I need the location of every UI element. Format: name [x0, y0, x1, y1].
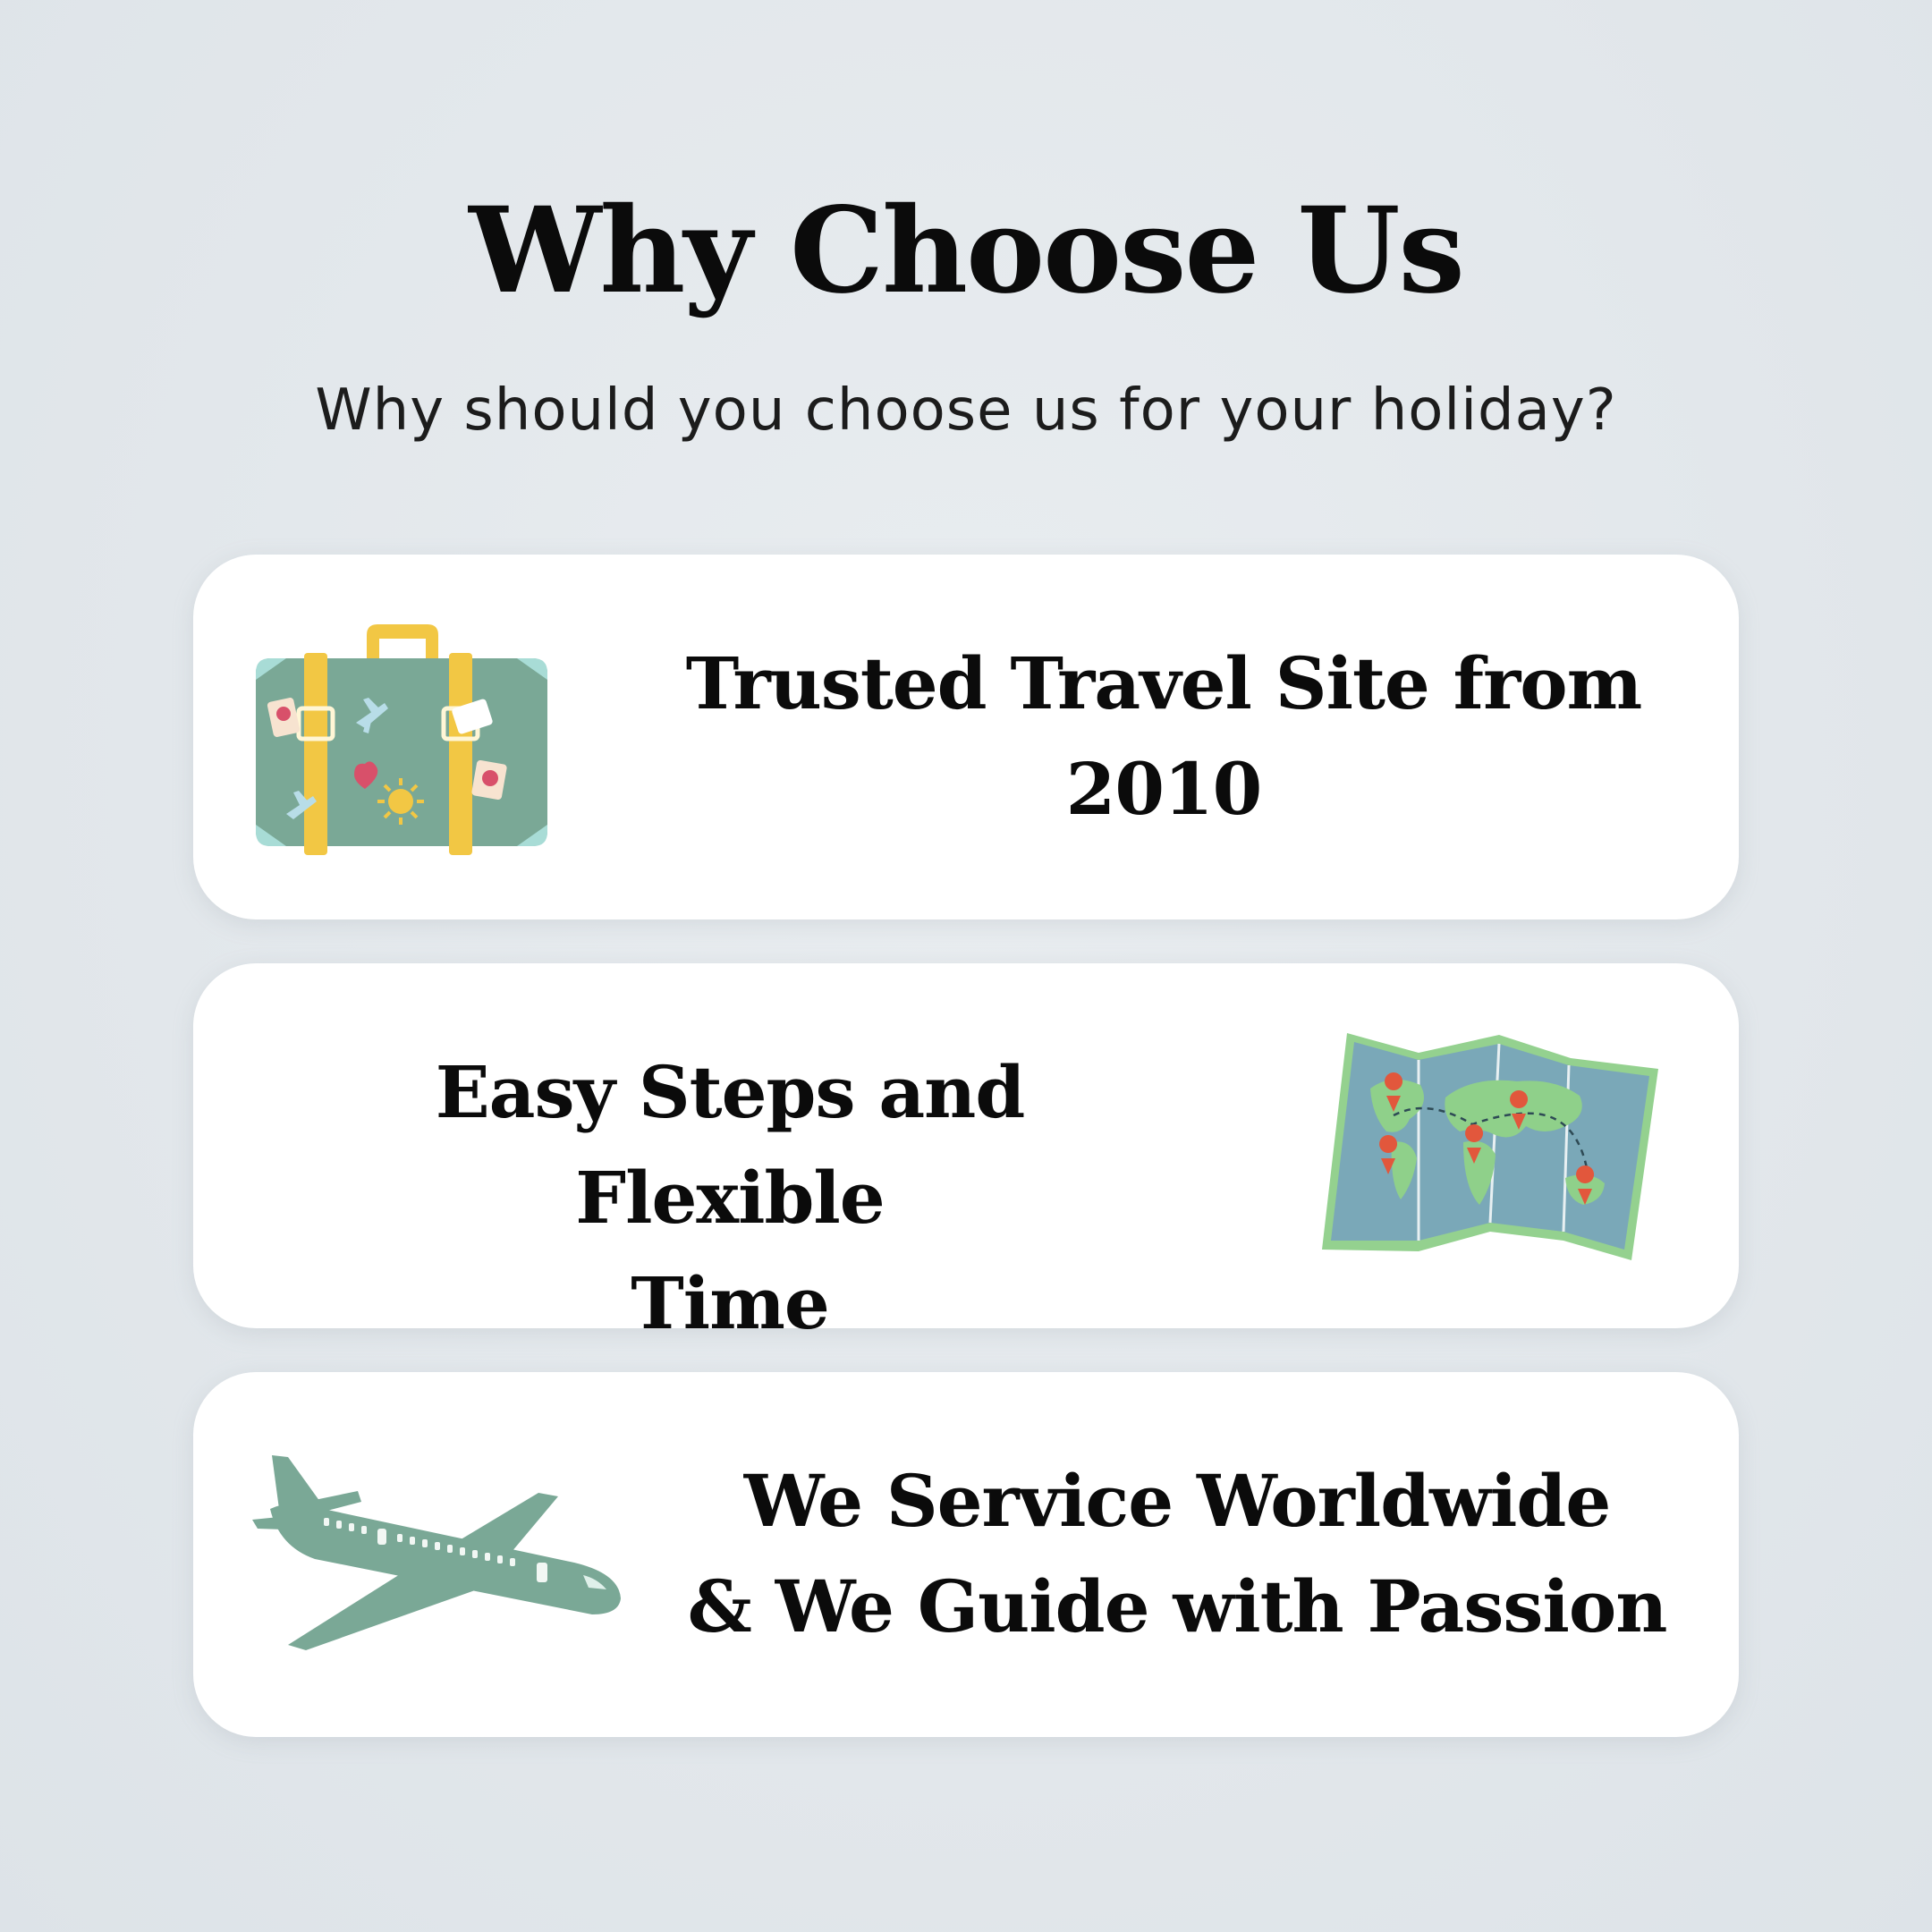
- suitcase-icon: [256, 624, 547, 855]
- feature-card-worldwide: We Service Worldwide & We Guide with Pas…: [193, 1372, 1739, 1737]
- feature-line: Time: [631, 1261, 829, 1345]
- why-choose-us-page: Why Choose Us Why should you choose us f…: [0, 0, 1932, 1932]
- feature-line: & We Guide with Passion: [687, 1564, 1668, 1648]
- page-title: Why Choose Us: [469, 182, 1465, 320]
- world-map-icon: [1322, 1033, 1658, 1260]
- page-subtitle: Why should you choose us for your holida…: [315, 377, 1617, 444]
- feature-line: 2010: [1065, 747, 1263, 831]
- feature-text: Easy Steps and Flexible Time: [318, 1039, 1141, 1356]
- feature-card-trusted: Trusted Travel Site from 2010: [193, 555, 1739, 919]
- feature-card-easy-steps: Easy Steps and Flexible Time: [193, 963, 1739, 1345]
- feature-text: We Service Worldwide & We Guide with Pas…: [676, 1448, 1678, 1659]
- feature-text: Trusted Travel Site from 2010: [658, 631, 1669, 842]
- feature-line: We Service Worldwide: [743, 1459, 1611, 1543]
- airplane-icon: [252, 1455, 621, 1650]
- feature-line: Trusted Travel Site from: [685, 641, 1642, 725]
- feature-line: Easy Steps and Flexible: [435, 1050, 1026, 1240]
